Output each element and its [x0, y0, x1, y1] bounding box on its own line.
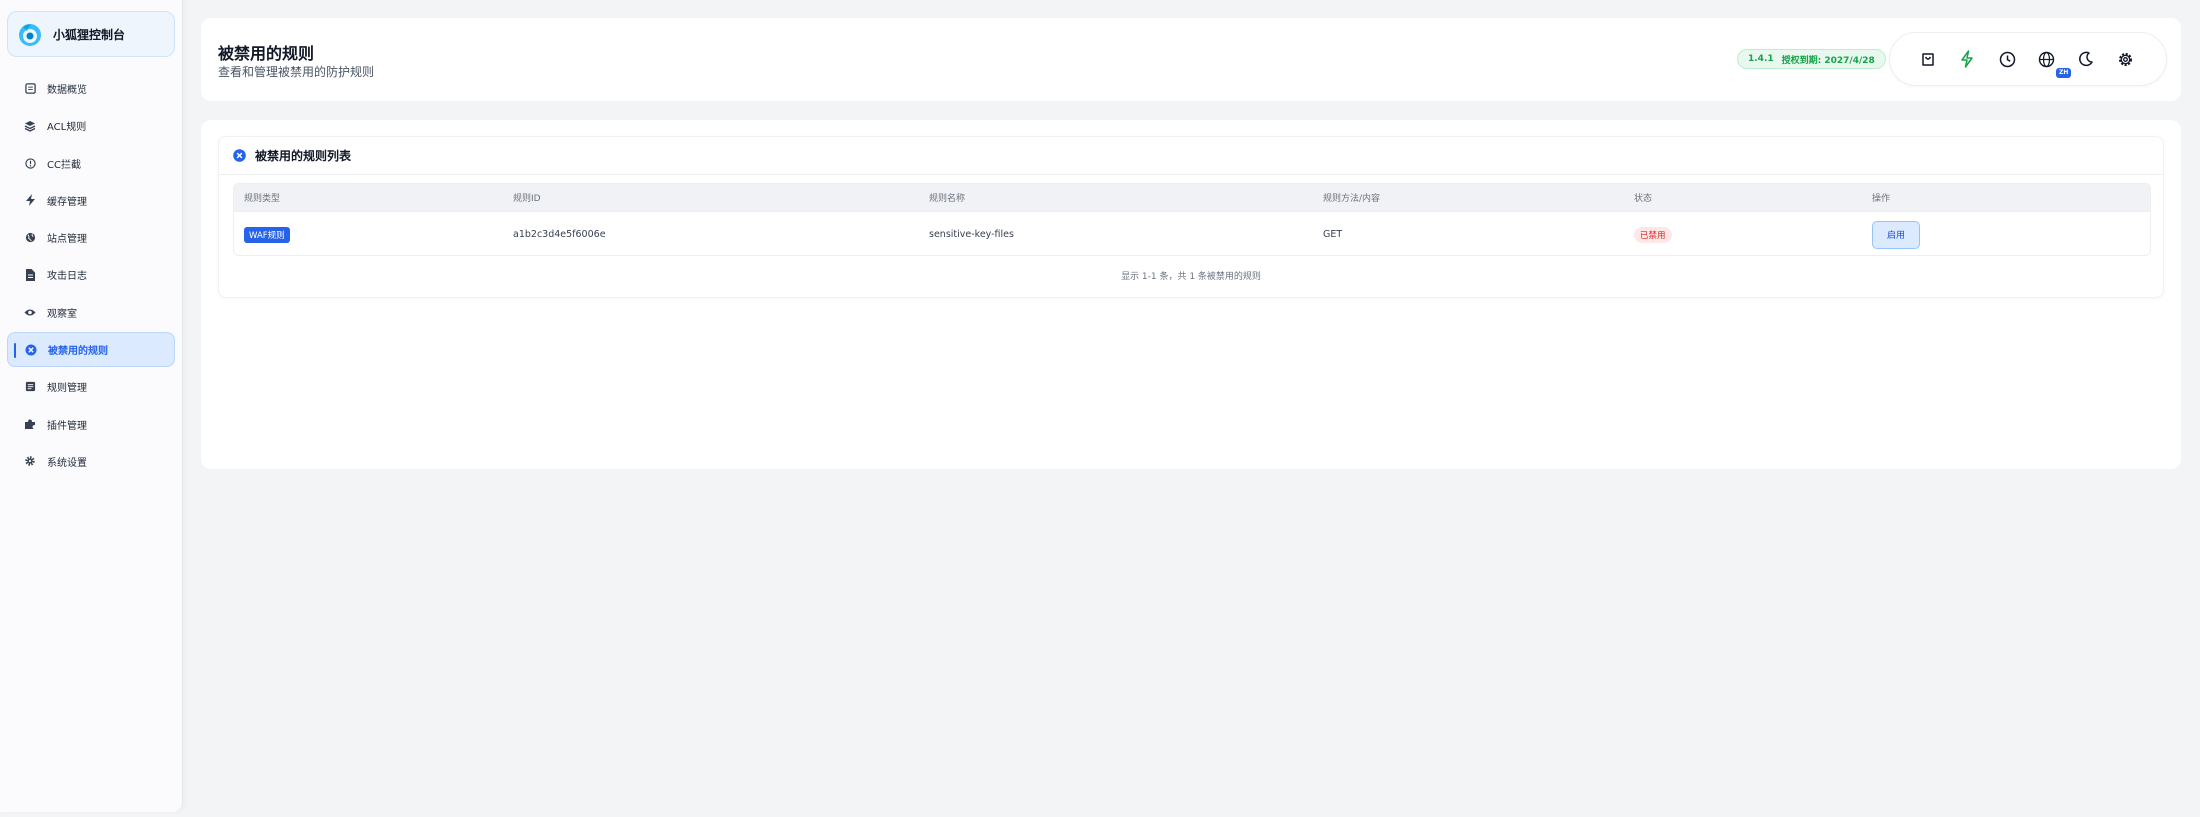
lightning-icon[interactable]	[1957, 49, 1977, 69]
sidebar-item-label: 规则管理	[47, 383, 87, 395]
sidebar-item-cc[interactable]: CC拦截	[7, 146, 175, 181]
clock-icon[interactable]	[1997, 49, 2017, 69]
page-title: 被禁用的规则	[218, 44, 315, 63]
table-header: 规则类型 规则ID 规则名称 规则方法/内容 状态 操作	[234, 184, 2150, 211]
rule-id: a1b2c3d4e5f6006e	[513, 229, 606, 240]
sidebar-item-label: ACL规则	[47, 122, 87, 134]
rules-icon	[24, 381, 36, 393]
disabled-rules-list: 被禁用的规则列表 规则类型 规则ID 规则名称 规则方法/内容 状态 操作 WA…	[218, 136, 2164, 298]
column-header: 规则方法/内容	[1323, 194, 1381, 204]
shopping-bag-icon[interactable]	[1918, 49, 1938, 69]
puzzle-icon	[24, 418, 36, 430]
layers-icon	[24, 120, 36, 132]
sidebar-item-settings[interactable]: 系统设置	[7, 444, 175, 479]
sidebar-item-observatory[interactable]: 观察室	[7, 295, 175, 330]
column-header: 操作	[1872, 194, 1891, 204]
sidebar-item-label: 数据概览	[47, 85, 87, 96]
sidebar-item-label: 被禁用的规则	[48, 346, 108, 358]
alert-circle-icon	[24, 157, 36, 169]
bolt-icon	[24, 194, 36, 207]
enable-button[interactable]: 启用	[1872, 220, 1920, 249]
ban-icon	[25, 344, 37, 356]
sidebar-nav: 数据概览 ACL规则 CC拦截 缓存管理 站点管理 攻击日志 观察室 被禁用的规…	[7, 71, 175, 481]
version-badge: 1.4.1 授权到期: 2027/4/28	[1737, 49, 1886, 69]
version-number: 1.4.1	[1748, 54, 1774, 64]
gear-icon[interactable]	[2115, 49, 2135, 69]
sidebar-item-rule-management[interactable]: 规则管理	[7, 369, 175, 404]
table-row: WAF规则 a1b2c3d4e5f6006e sensitive-key-fil…	[234, 211, 2150, 255]
sidebar-item-label: 缓存管理	[47, 196, 87, 208]
globe-icon[interactable]	[2036, 49, 2056, 69]
sidebar-item-label: 插件管理	[47, 420, 87, 432]
rule-name: sensitive-key-files	[929, 229, 1014, 240]
list-title: 被禁用的规则列表	[255, 149, 352, 163]
app-title: 小狐狸控制台	[53, 27, 126, 42]
toolbar: ZH	[1889, 32, 2167, 86]
sidebar-item-acl[interactable]: ACL规则	[7, 108, 175, 143]
list-header: 被禁用的规则列表	[219, 137, 2163, 175]
sidebar-item-label: 站点管理	[47, 234, 87, 246]
file-icon	[24, 268, 36, 281]
sidebar-item-label: 系统设置	[47, 457, 87, 469]
language-badge: ZH	[2056, 68, 2072, 78]
gear-icon	[24, 455, 36, 467]
brand[interactable]: 小狐狸控制台	[7, 11, 175, 57]
header-card: 被禁用的规则 查看和管理被禁用的防护规则 1.4.1 授权到期: 2027/4/…	[201, 18, 2181, 101]
column-header: 状态	[1634, 194, 1653, 204]
main-card: 被禁用的规则列表 规则类型 规则ID 规则名称 规则方法/内容 状态 操作 WA…	[201, 120, 2181, 469]
page-subtitle: 查看和管理被禁用的防护规则	[218, 65, 375, 79]
globe-icon	[24, 232, 36, 244]
column-header: 规则名称	[929, 194, 966, 204]
sidebar-item-attack-logs[interactable]: 攻击日志	[7, 257, 175, 292]
sidebar-item-sites[interactable]: 站点管理	[7, 220, 175, 255]
sidebar-item-label: 观察室	[47, 308, 77, 320]
license-expiry: 授权到期: 2027/4/28	[1781, 55, 1875, 66]
sidebar-item-cache[interactable]: 缓存管理	[7, 183, 175, 218]
sidebar-item-label: 攻击日志	[47, 271, 87, 283]
sidebar-item-label: CC拦截	[47, 159, 81, 171]
column-header: 规则类型	[244, 194, 281, 204]
eye-icon	[24, 306, 36, 318]
sidebar-item-dashboard[interactable]: 数据概览	[7, 71, 175, 106]
status-badge: 已禁用	[1634, 226, 1672, 243]
moon-icon[interactable]	[2076, 49, 2096, 69]
rule-type-badge: WAF规则	[244, 226, 290, 243]
rules-table: 规则类型 规则ID 规则名称 规则方法/内容 状态 操作 WAF规则 a1b2c…	[233, 183, 2151, 256]
sidebar-item-disabled-rules[interactable]: 被禁用的规则	[7, 332, 175, 368]
dashboard-icon	[24, 83, 36, 95]
sidebar-item-plugins[interactable]: 插件管理	[7, 407, 175, 442]
rule-method: GET	[1323, 229, 1343, 240]
fox-logo-icon	[19, 24, 41, 46]
pagination-summary: 显示 1-1 条，共 1 条被禁用的规则	[1121, 272, 1261, 282]
sidebar: 小狐狸控制台 数据概览 ACL规则 CC拦截 缓存管理 站点管理 攻击日志 观察…	[0, 0, 183, 812]
column-header: 规则ID	[513, 194, 541, 204]
ban-icon	[233, 149, 246, 162]
